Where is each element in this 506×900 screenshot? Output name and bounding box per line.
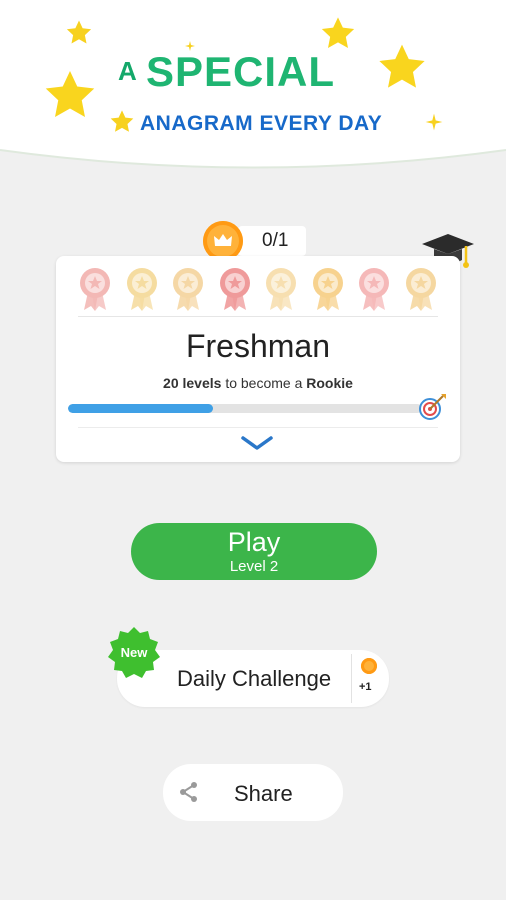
star-icon <box>110 110 134 132</box>
coin-icon <box>361 658 377 674</box>
chevron-down-icon[interactable] <box>239 434 275 452</box>
play-button[interactable]: Play Level 2 <box>131 523 377 580</box>
share-label: Share <box>234 781 293 806</box>
star-icon <box>379 44 425 88</box>
divider <box>78 427 438 428</box>
target-icon <box>419 394 446 420</box>
new-badge-label: New <box>120 645 148 660</box>
rosette-badge-icon <box>125 266 159 312</box>
next-rank: Rookie <box>306 375 353 391</box>
banner-headline: SPECIAL <box>146 48 336 95</box>
medal-badge-icon <box>171 266 205 312</box>
rosette-badge-icon <box>78 266 112 312</box>
daily-challenge-label: Daily Challenge <box>177 666 332 691</box>
rank-title: Freshman <box>185 328 331 364</box>
share-icon <box>180 782 197 802</box>
ribbon-badge-icon <box>404 266 438 312</box>
levels-count: 20 levels <box>163 375 222 391</box>
star-medal-badge-icon <box>218 266 252 312</box>
star-icon <box>45 71 95 117</box>
banner-subheadline: ANAGRAM EVERY DAY <box>140 112 383 135</box>
ribbon-badge-icon <box>311 266 345 312</box>
levels-middle: to become a <box>221 375 307 391</box>
divider <box>351 654 352 703</box>
daily-reward: +1 <box>359 681 372 693</box>
rank-card[interactable]: Freshman 20 levels to become a Rookie <box>56 256 460 462</box>
share-button[interactable]: Share <box>163 764 343 821</box>
sheriff-star-badge-icon <box>264 266 298 312</box>
progress-fill <box>68 404 214 413</box>
coin-count: 0/1 <box>262 230 289 251</box>
crown-coin-icon <box>203 221 243 261</box>
play-level: Level 2 <box>229 558 279 575</box>
promo-banner: A SPECIAL ANAGRAM EVERY DAY <box>0 0 506 172</box>
play-label: Play <box>227 527 281 557</box>
divider <box>78 316 438 317</box>
progress-bar <box>68 404 422 413</box>
banner-prefix: A <box>118 56 137 86</box>
sparkle-icon <box>425 113 443 131</box>
star-icon <box>66 20 92 44</box>
badge-row <box>78 266 438 312</box>
ribbon-badge-icon <box>357 266 391 312</box>
rank-progress-text: 20 levels to become a Rookie <box>56 375 460 391</box>
